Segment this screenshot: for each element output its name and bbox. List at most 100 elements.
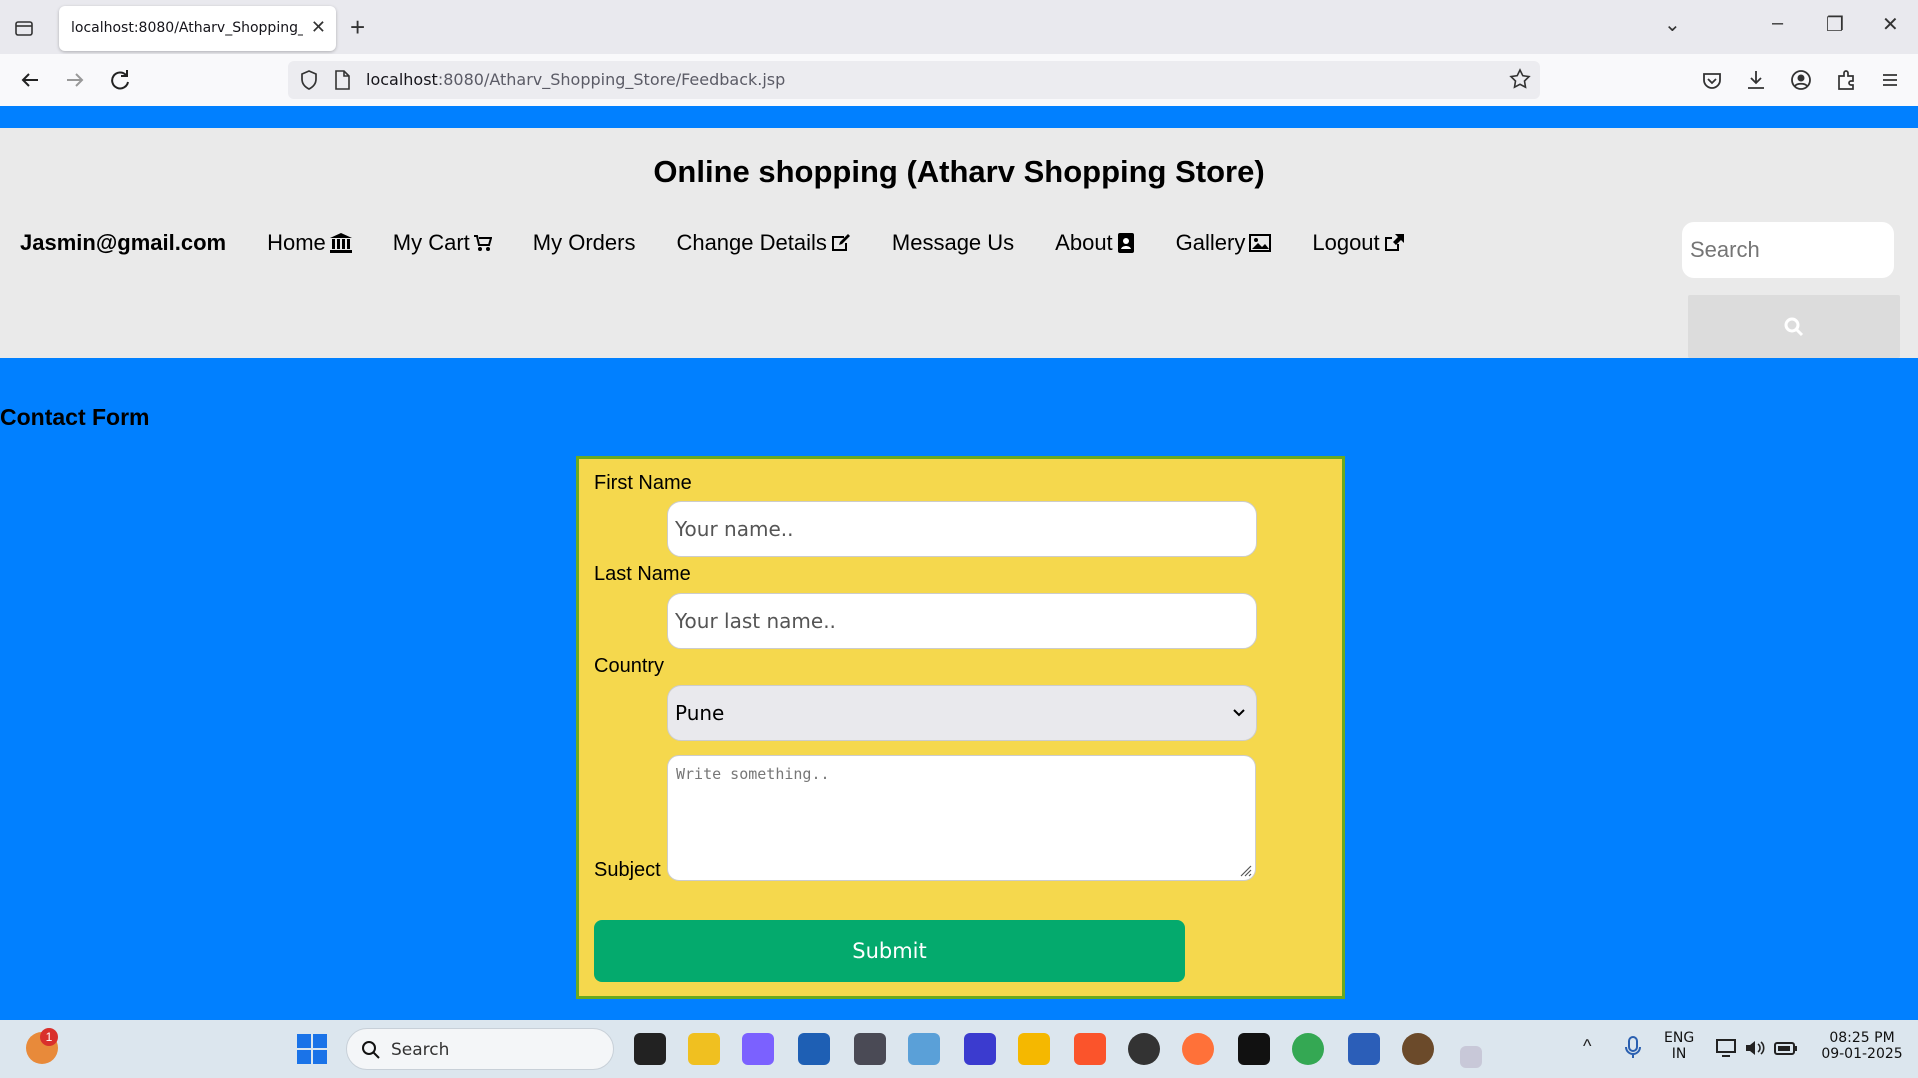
resize-handle-icon[interactable] bbox=[1238, 863, 1252, 877]
menu-item-label: Change Details bbox=[676, 230, 827, 255]
reload-icon[interactable] bbox=[106, 66, 134, 94]
cart-icon bbox=[473, 235, 492, 251]
battery-icon[interactable] bbox=[1774, 1038, 1798, 1063]
notification-badge: 1 bbox=[40, 1028, 58, 1046]
first-name-input[interactable]: Your name.. bbox=[667, 501, 1257, 557]
store-icon[interactable] bbox=[798, 1033, 830, 1065]
contact-form-title: Contact Form bbox=[0, 404, 150, 430]
clock-time: 08:25 PM bbox=[1829, 1030, 1895, 1046]
pocket-icon[interactable] bbox=[1698, 66, 1726, 94]
contact-book-icon bbox=[1117, 233, 1134, 253]
url-host: localhost bbox=[366, 70, 438, 89]
country-selected-value: Pune bbox=[675, 701, 725, 725]
contact-form: First Name Your name.. Last Name Your la… bbox=[576, 456, 1345, 999]
menu-item-message-us[interactable]: Message Us bbox=[892, 230, 1014, 256]
tray-overflow-app-icon[interactable] bbox=[1460, 1046, 1482, 1068]
task-view-icon[interactable] bbox=[634, 1033, 666, 1065]
tray-chevron-up-icon[interactable]: ^ bbox=[1583, 1036, 1591, 1057]
menu-item-label: About bbox=[1055, 230, 1113, 255]
app-icon-round[interactable] bbox=[1402, 1033, 1434, 1065]
menu-item-about[interactable]: About bbox=[1055, 230, 1135, 256]
url-text[interactable]: localhost:8080/Atharv_Shopping_Store/Fee… bbox=[366, 70, 785, 89]
menu-item-label: My Orders bbox=[532, 230, 636, 255]
taskbar-search-label: Search bbox=[391, 1040, 450, 1060]
submit-button[interactable]: Submit bbox=[594, 920, 1185, 982]
site-search-input[interactable] bbox=[1682, 222, 1894, 278]
country-select[interactable]: Pune bbox=[667, 685, 1257, 741]
chevron-down-icon bbox=[1233, 709, 1245, 717]
main-menu: Jasmin@gmail.com Home My Cart My Orders … bbox=[20, 230, 1445, 256]
subject-placeholder: Write something.. bbox=[676, 765, 830, 783]
back-arrow-icon[interactable] bbox=[16, 66, 44, 94]
browser-tab[interactable]: localhost:8080/Atharv_Shopping_St ✕ bbox=[59, 6, 336, 51]
hamburger-menu-icon[interactable] bbox=[1876, 66, 1904, 94]
microphone-icon[interactable] bbox=[1624, 1036, 1642, 1065]
site-search-button[interactable] bbox=[1688, 295, 1900, 358]
tab-close-icon[interactable]: ✕ bbox=[311, 17, 326, 38]
menu-item-my-orders[interactable]: My Orders bbox=[533, 230, 636, 256]
chrome-icon[interactable] bbox=[1292, 1033, 1324, 1065]
restore-icon[interactable]: ❐ bbox=[1826, 12, 1844, 37]
edit-icon bbox=[831, 234, 850, 251]
menu-item-my-cart[interactable]: My Cart bbox=[393, 230, 492, 256]
network-icon[interactable] bbox=[1716, 1038, 1738, 1063]
word-icon[interactable] bbox=[1348, 1033, 1380, 1065]
bank-icon bbox=[329, 233, 352, 253]
widgets-icon[interactable] bbox=[688, 1033, 720, 1065]
download-icon[interactable] bbox=[1742, 66, 1770, 94]
extensions-icon[interactable] bbox=[1832, 66, 1860, 94]
app-icon-cube[interactable] bbox=[854, 1033, 886, 1065]
account-icon[interactable] bbox=[1787, 66, 1815, 94]
url-path: :8080/Atharv_Shopping_Store/Feedback.jsp bbox=[437, 70, 786, 89]
clock-date: 09-01-2025 bbox=[1821, 1046, 1903, 1062]
user-email: Jasmin@gmail.com bbox=[20, 230, 227, 255]
file-explorer-icon[interactable] bbox=[1018, 1033, 1050, 1065]
site-header: Online shopping (Atharv Shopping Store) … bbox=[0, 128, 1918, 358]
last-name-label: Last Name bbox=[594, 563, 691, 585]
bookmark-star-icon[interactable] bbox=[1508, 67, 1532, 96]
app-icon-dark[interactable] bbox=[1238, 1033, 1270, 1065]
menu-item-label: Home bbox=[267, 230, 326, 255]
obs-icon[interactable] bbox=[1128, 1033, 1160, 1065]
windows-start-icon[interactable] bbox=[297, 1034, 327, 1069]
subject-textarea[interactable]: Write something.. bbox=[667, 755, 1256, 881]
site-title: Online shopping (Atharv Shopping Store) bbox=[653, 154, 1265, 189]
firefox-icon[interactable] bbox=[1182, 1033, 1214, 1065]
tab-overflow-chevron-icon[interactable]: ⌄ bbox=[1664, 12, 1681, 37]
image-icon bbox=[1249, 234, 1272, 252]
language-indicator[interactable]: ENG IN bbox=[1664, 1030, 1694, 1062]
new-tab-icon[interactable]: + bbox=[350, 12, 365, 42]
copilot-icon[interactable] bbox=[742, 1033, 774, 1065]
address-bar[interactable]: localhost:8080/Atharv_Shopping_Store/Fee… bbox=[288, 61, 1540, 99]
menu-item-logout[interactable]: Logout bbox=[1312, 230, 1404, 256]
tab-list-icon[interactable] bbox=[10, 14, 38, 42]
country-label: Country bbox=[594, 655, 665, 677]
app-icon-vs[interactable] bbox=[964, 1033, 996, 1065]
browser-nav-bar: localhost:8080/Atharv_Shopping_Store/Fee… bbox=[0, 54, 1918, 106]
menu-item-label: Logout bbox=[1312, 230, 1380, 255]
first-name-label: First Name bbox=[594, 472, 692, 494]
last-name-input[interactable]: Your last name.. bbox=[667, 593, 1257, 649]
app-icon-control-panel[interactable] bbox=[908, 1033, 940, 1065]
menu-item-home[interactable]: Home bbox=[267, 230, 352, 256]
menu-item-gallery[interactable]: Gallery bbox=[1176, 230, 1272, 256]
tab-title: localhost:8080/Atharv_Shopping_St bbox=[71, 20, 303, 36]
language-code: ENG bbox=[1664, 1030, 1695, 1046]
menu-item-label: Gallery bbox=[1175, 230, 1246, 255]
first-name-placeholder: Your name.. bbox=[675, 517, 794, 541]
volume-icon[interactable] bbox=[1744, 1038, 1766, 1063]
page-info-icon[interactable] bbox=[332, 69, 352, 96]
close-window-icon[interactable]: ✕ bbox=[1882, 12, 1899, 37]
clock[interactable]: 08:25 PM 09-01-2025 bbox=[1812, 1030, 1912, 1062]
shield-icon[interactable] bbox=[298, 69, 320, 96]
taskbar-search[interactable]: Search bbox=[346, 1028, 614, 1070]
menu-item-change-details[interactable]: Change Details bbox=[676, 230, 850, 256]
os-taskbar: 1 Search ^ ENG IN 08:25 PM 09-01-2025 bbox=[0, 1020, 1918, 1078]
top-stripe bbox=[0, 106, 1918, 128]
minimize-icon[interactable]: – bbox=[1772, 12, 1783, 35]
forward-arrow-icon[interactable] bbox=[61, 66, 89, 94]
browser-tab-bar: localhost:8080/Atharv_Shopping_St ✕ + ⌄ … bbox=[0, 0, 1918, 54]
brave-icon[interactable] bbox=[1074, 1033, 1106, 1065]
share-icon bbox=[1384, 234, 1404, 251]
search-icon bbox=[362, 1041, 380, 1059]
